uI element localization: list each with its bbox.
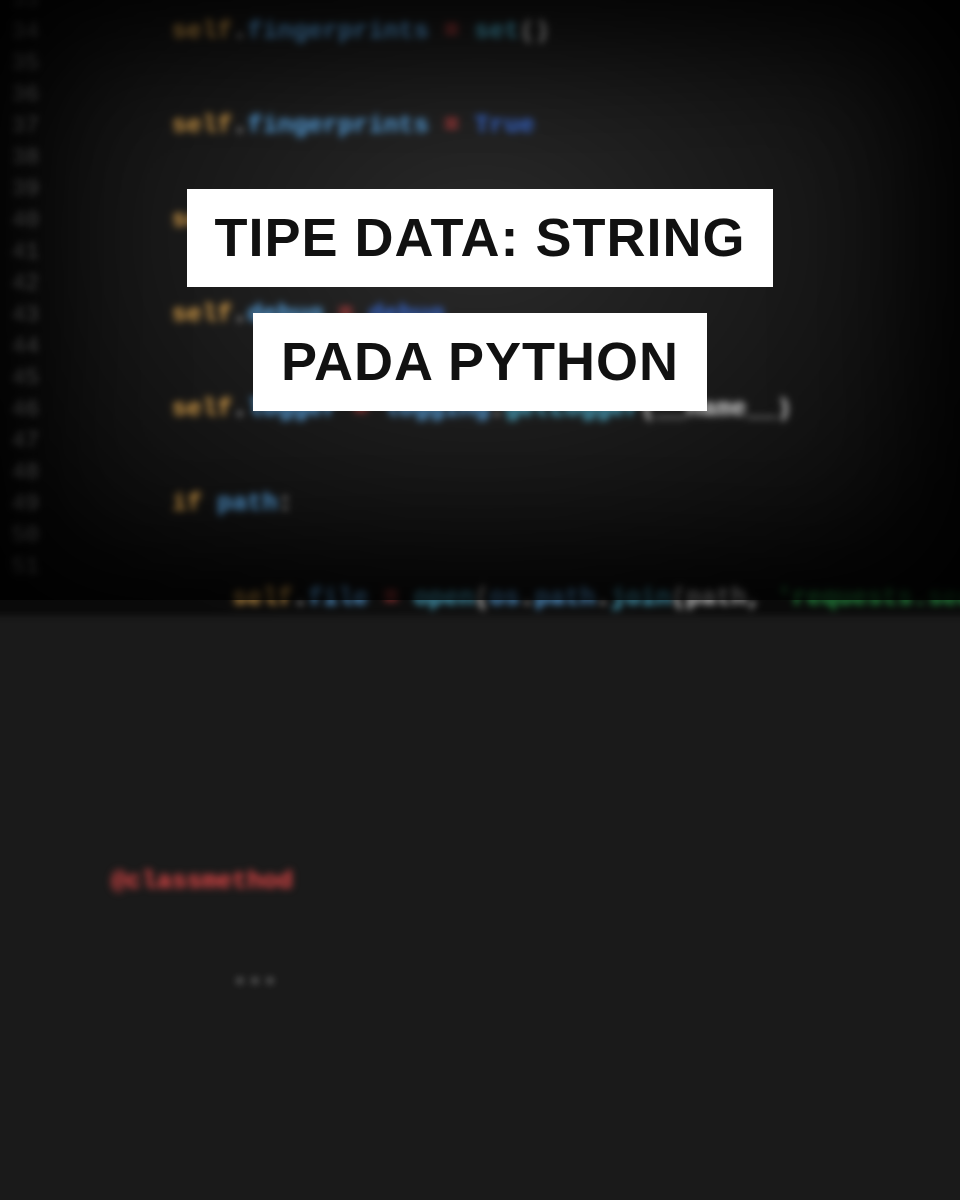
- code-line: @classmethod: [81, 867, 960, 899]
- code-line: ...: [81, 961, 960, 993]
- title-line-1: TIPE DATA: STRING: [187, 189, 774, 287]
- title-overlay: TIPE DATA: STRING PADA PYTHON: [0, 0, 960, 600]
- title-line-2: PADA PYTHON: [253, 313, 707, 411]
